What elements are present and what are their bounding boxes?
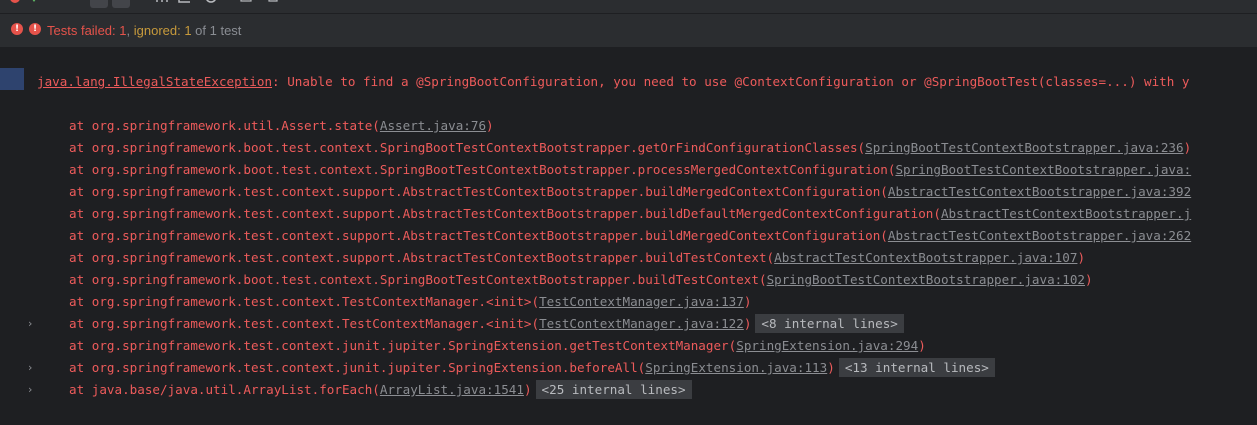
frame-method: at org.springframework.test.context.supp…: [69, 228, 888, 243]
chevron-right-icon[interactable]: ›: [28, 380, 32, 400]
sort-duration-icon[interactable]: [178, 0, 192, 6]
frame-method: at org.springframework.test.context.supp…: [69, 206, 941, 221]
toggle-passed-button[interactable]: [90, 0, 108, 8]
stack-frame: at org.springframework.test.context.supp…: [69, 226, 1191, 246]
history-icon[interactable]: [204, 0, 218, 6]
frame-close-paren: ): [1183, 140, 1192, 155]
internal-lines-fold[interactable]: <13 internal lines>: [838, 358, 995, 377]
sort-icon[interactable]: [155, 0, 169, 6]
frame-method: at org.springframework.test.context.juni…: [69, 360, 646, 375]
stack-frame: at org.springframework.test.context.juni…: [69, 336, 926, 356]
frame-close-paren: ): [743, 294, 752, 309]
test-status-bar: ! ! Tests failed: 1, ignored: 1 of 1 tes…: [0, 14, 1257, 48]
frame-close-paren: ): [523, 382, 532, 397]
run-toolbar: [0, 0, 1257, 14]
frame-close-paren: ): [918, 338, 926, 353]
chevron-right-icon[interactable]: ›: [28, 358, 32, 378]
source-file-link[interactable]: SpringExtension.java:294: [736, 338, 918, 353]
frame-close-paren: ): [827, 360, 835, 375]
failed-count: 1: [119, 23, 127, 38]
stack-frame: at org.springframework.boot.test.context…: [69, 160, 1191, 180]
stack-frame: at org.springframework.test.context.supp…: [69, 182, 1191, 202]
ignored-label: ignored:: [133, 23, 185, 38]
frame-close-paren: ): [1077, 250, 1086, 265]
stack-frame: at org.springframework.test.context.supp…: [69, 248, 1085, 268]
exception-message: : Unable to find a @SpringBootConfigurat…: [272, 74, 1190, 89]
frame-method: at org.springframework.test.context.Test…: [69, 294, 540, 309]
rerun-icon[interactable]: [28, 0, 40, 6]
source-file-link[interactable]: AbstractTestContextBootstrapper.java:107: [774, 250, 1077, 265]
frame-method: at org.springframework.boot.test.context…: [69, 162, 896, 177]
frame-method: at org.springframework.test.context.Test…: [69, 316, 540, 331]
frame-method: at java.base/java.util.ArrayList.forEach…: [69, 382, 380, 397]
internal-lines-fold[interactable]: <8 internal lines>: [755, 314, 904, 333]
source-file-link[interactable]: Assert.java:76: [380, 118, 486, 133]
source-file-link[interactable]: ArrayList.java:1541: [380, 382, 524, 397]
ignored-count: 1: [184, 23, 192, 38]
import-icon[interactable]: [240, 0, 254, 6]
console-output[interactable]: java.lang.IllegalStateException: Unable …: [0, 48, 1257, 425]
gutter-highlight: [0, 68, 24, 90]
chevron-right-icon[interactable]: ›: [28, 314, 32, 334]
toggle-ignored-button[interactable]: [112, 0, 130, 8]
stack-frame: at org.springframework.test.context.supp…: [69, 204, 1191, 224]
source-file-link[interactable]: SpringBootTestContextBootstrapper.java:1…: [767, 272, 1085, 287]
frame-close-paren: ): [743, 316, 752, 331]
test-summary: Tests failed: 1, ignored: 1 of 1 test: [47, 23, 241, 38]
source-file-link[interactable]: SpringBootTestContextBootstrapper.java:: [895, 162, 1191, 177]
summary-separator: ,: [126, 23, 134, 38]
internal-lines-fold[interactable]: <25 internal lines>: [535, 380, 692, 399]
frame-method: at org.springframework.test.context.supp…: [69, 250, 775, 265]
rerun-failed-icon[interactable]: [10, 0, 22, 6]
frame-method: at org.springframework.util.Assert.state…: [69, 118, 380, 133]
error-icon: !: [29, 23, 41, 35]
export-icon[interactable]: [266, 0, 280, 6]
stack-frame: at org.springframework.test.context.Test…: [69, 314, 904, 334]
frame-method: at org.springframework.test.context.juni…: [69, 338, 737, 353]
source-file-link[interactable]: AbstractTestContextBootstrapper.java:392: [888, 184, 1191, 199]
console-gutter: [0, 48, 24, 425]
frame-method: at org.springframework.boot.test.context…: [69, 272, 767, 287]
failed-label: Tests failed:: [47, 23, 120, 38]
exception-line: java.lang.IllegalStateException: Unable …: [37, 72, 1189, 92]
frame-close-paren: ): [1085, 272, 1093, 287]
error-icon: !: [11, 23, 23, 35]
frame-method: at org.springframework.test.context.supp…: [69, 184, 888, 199]
total-tests-text: of 1 test: [191, 23, 242, 38]
exception-class-link[interactable]: java.lang.IllegalStateException: [37, 74, 272, 89]
source-file-link[interactable]: SpringExtension.java:113: [645, 360, 827, 375]
frame-method: at org.springframework.boot.test.context…: [69, 140, 866, 155]
stack-frame: at java.base/java.util.ArrayList.forEach…: [69, 380, 692, 400]
stack-frame: at org.springframework.boot.test.context…: [69, 270, 1093, 290]
source-file-link[interactable]: AbstractTestContextBootstrapper.java:262: [888, 228, 1191, 243]
source-file-link[interactable]: TestContextManager.java:137: [539, 294, 744, 309]
test-runner-window: ! ! Tests failed: 1, ignored: 1 of 1 tes…: [0, 0, 1257, 425]
stack-frame: at org.springframework.boot.test.context…: [69, 138, 1191, 158]
source-file-link[interactable]: SpringBootTestContextBootstrapper.java:2…: [865, 140, 1183, 155]
source-file-link[interactable]: TestContextManager.java:122: [539, 316, 744, 331]
source-file-link[interactable]: AbstractTestContextBootstrapper.j: [941, 206, 1191, 221]
frame-close-paren: ): [486, 118, 494, 133]
stack-frame: at org.springframework.test.context.juni…: [69, 358, 995, 378]
stack-frame: at org.springframework.util.Assert.state…: [69, 116, 494, 136]
stack-frame: at org.springframework.test.context.Test…: [69, 292, 751, 312]
